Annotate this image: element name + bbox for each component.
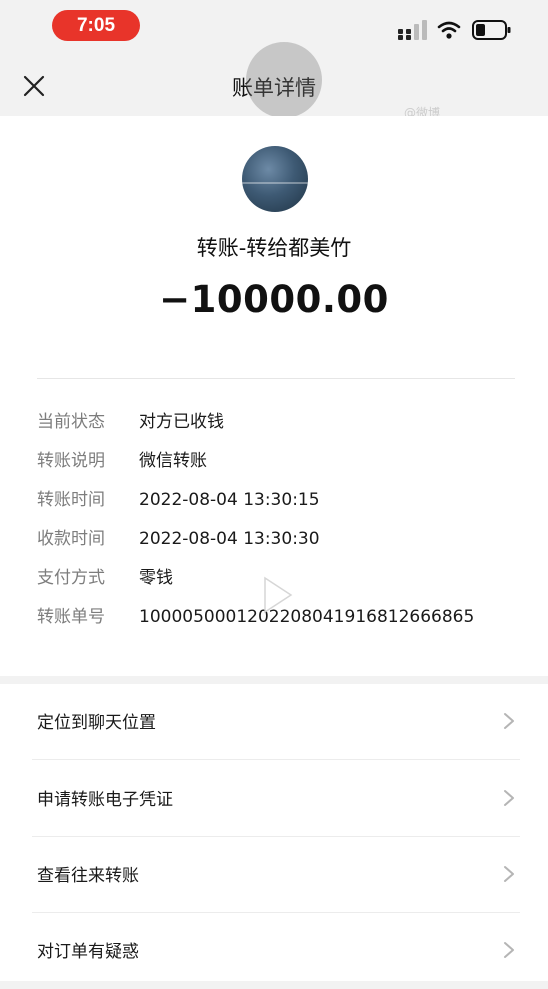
action-label: 定位到聊天位置 [37, 713, 156, 733]
wifi-icon [437, 21, 461, 39]
detail-label: 收款时间 [37, 529, 105, 549]
chevron-right-icon [504, 713, 514, 729]
detail-value: 零钱 [139, 568, 173, 588]
request-e-voucher-item[interactable]: 申请转账电子凭证 [0, 761, 548, 837]
detail-value: 1000050001202208041916812666865 [139, 607, 475, 627]
battery-icon [472, 20, 511, 40]
order-question-item[interactable]: 对订单有疑惑 [0, 913, 548, 989]
bill-summary-card: 转账-转给都美竹 −10000.00 当前状态 对方已收钱 转账说明 微信转账 … [0, 116, 548, 676]
action-label: 申请转账电子凭证 [37, 790, 173, 810]
status-time[interactable]: 7:05 [52, 10, 140, 41]
chevron-right-icon [504, 866, 514, 882]
divider [37, 378, 515, 379]
play-icon[interactable] [255, 574, 297, 616]
avatar[interactable] [242, 146, 308, 212]
detail-value: 对方已收钱 [139, 412, 224, 432]
detail-row-status: 当前状态 对方已收钱 [37, 406, 517, 445]
chevron-right-icon [504, 942, 514, 958]
detail-label: 支付方式 [37, 568, 105, 588]
touch-indicator [246, 42, 322, 118]
view-transfer-history-item[interactable]: 查看往来转账 [0, 837, 548, 913]
detail-row-note: 转账说明 微信转账 [37, 445, 517, 484]
detail-row-receive-time: 收款时间 2022-08-04 13:30:30 [37, 523, 517, 562]
detail-value: 2022-08-04 13:30:30 [139, 529, 320, 549]
signal-icon [398, 20, 427, 40]
action-label: 查看往来转账 [37, 866, 139, 886]
detail-label: 当前状态 [37, 412, 105, 432]
divider [32, 759, 520, 760]
detail-row-transfer-time: 转账时间 2022-08-04 13:30:15 [37, 484, 517, 523]
chevron-right-icon [504, 790, 514, 806]
locate-in-chat-item[interactable]: 定位到聊天位置 [0, 684, 548, 760]
detail-label: 转账说明 [37, 451, 105, 471]
amount: −10000.00 [159, 278, 389, 321]
payee-title: 转账-转给都美竹 [196, 236, 352, 260]
action-label: 对订单有疑惑 [37, 942, 139, 962]
detail-label: 转账单号 [37, 607, 105, 627]
detail-label: 转账时间 [37, 490, 105, 510]
detail-value: 2022-08-04 13:30:15 [139, 490, 320, 510]
action-list: 定位到聊天位置 申请转账电子凭证 查看往来转账 对订单有疑惑 [0, 684, 548, 981]
detail-value: 微信转账 [139, 451, 207, 471]
